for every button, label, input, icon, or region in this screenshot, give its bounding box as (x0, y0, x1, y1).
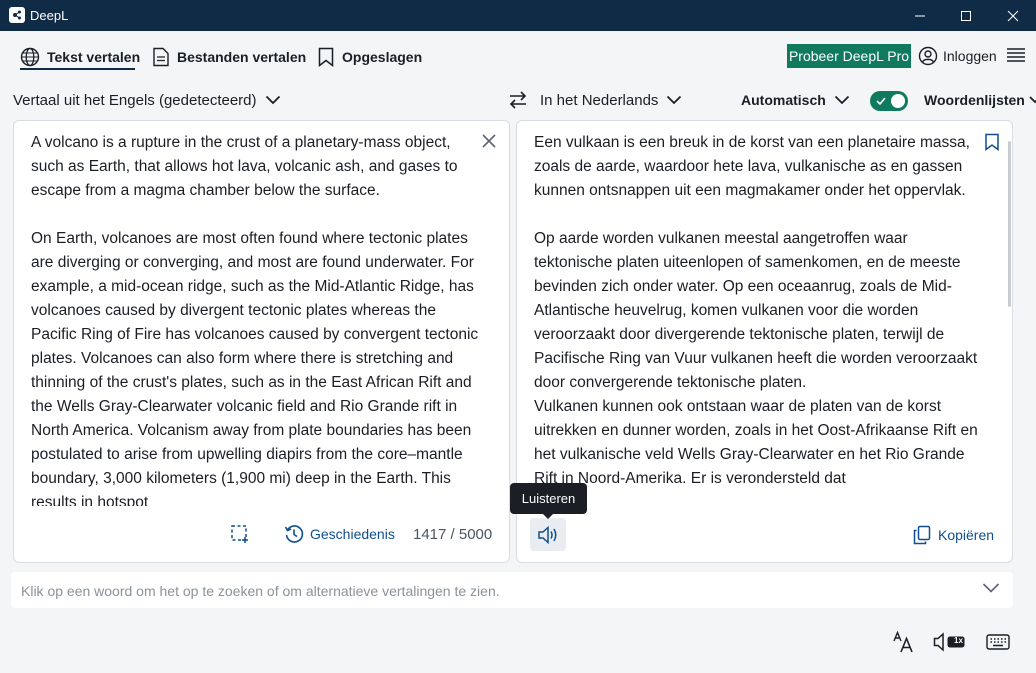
tab-saved[interactable]: Opgeslagen (317, 44, 422, 70)
history-button[interactable]: Geschiedenis (284, 524, 395, 544)
copy-label: Kopiëren (938, 527, 995, 543)
target-language-select[interactable]: In het Nederlands (540, 90, 682, 110)
tab-translate-files-label: Bestanden vertalen (177, 49, 307, 65)
source-paragraph: On Earth, volcanoes are most often found… (31, 230, 479, 506)
translation-paragraph: Op aarde worden vulkanen meestal aangetr… (534, 230, 978, 391)
maximize-icon (961, 10, 971, 21)
swap-arrows-icon (509, 91, 527, 109)
chevron-down-icon (1029, 96, 1036, 104)
history-label: Geschiedenis (310, 526, 395, 542)
keyboard-shortcuts-button[interactable] (985, 630, 1011, 654)
translation-paragraph: Een vulkaan is een breuk in de korst van… (534, 134, 970, 199)
listen-button[interactable] (530, 518, 566, 551)
keyboard-icon (986, 634, 1010, 650)
speech-speed-button[interactable]: 1x (933, 630, 967, 654)
menu-button[interactable] (1006, 45, 1026, 65)
character-count: 1417 / 5000 (413, 526, 493, 543)
listen-tooltip: Luisteren (510, 483, 587, 514)
translation-paragraph: Vulkanen kunnen ook ontstaan waar de pla… (534, 398, 978, 487)
tab-translate-text-label: Tekst vertalen (47, 49, 141, 65)
tab-saved-label: Opgeslagen (342, 49, 423, 65)
chevron-down-icon (265, 95, 280, 105)
maximize-button[interactable] (943, 0, 989, 31)
glossary-label: Woordenlijsten (924, 92, 1025, 108)
target-language-text: In het Nederlands (540, 91, 659, 109)
hamburger-menu-icon (1007, 48, 1025, 62)
screen-capture-icon (231, 525, 248, 543)
close-icon (482, 134, 496, 148)
active-tab-indicator (20, 68, 135, 70)
close-icon (1007, 10, 1019, 21)
history-icon (284, 525, 304, 543)
word-lookup-bar[interactable]: Klik op een woord om het op te zoeken of… (11, 572, 1013, 608)
login-label: Inloggen (943, 48, 997, 64)
speed-badge: 1x (954, 636, 963, 645)
source-language-select[interactable]: Vertaal uit het Engels (gedetecteerd) (13, 90, 281, 110)
chevron-down-icon (982, 583, 1000, 593)
try-pro-button[interactable]: Probeer DeepL Pro (787, 44, 911, 68)
minimize-button[interactable] (897, 0, 943, 31)
close-window-button[interactable] (990, 0, 1036, 31)
copy-icon (913, 525, 931, 545)
tab-translate-files[interactable]: Bestanden vertalen (152, 44, 306, 70)
lookup-placeholder: Klik op een woord om het op te zoeken of… (21, 583, 500, 599)
login-button[interactable]: Inloggen (918, 44, 997, 68)
source-language-text: Vertaal uit het Engels (gedetecteerd) (13, 91, 257, 109)
text-size-icon (893, 631, 913, 653)
formality-select[interactable]: Automatisch (741, 90, 850, 110)
speaker-icon (538, 525, 557, 544)
scrollbar-thumb[interactable] (1008, 141, 1011, 307)
deepl-logo-icon (9, 7, 25, 23)
source-textarea[interactable]: A volcano is a rupture in the crust of a… (31, 131, 481, 506)
window-title: DeepL (30, 8, 69, 23)
bookmark-icon (318, 47, 334, 67)
translation-panel: Een vulkaan is een breuk in de korst van… (516, 120, 1013, 563)
save-translation-button[interactable] (984, 133, 1000, 151)
tooltip-arrow (542, 513, 554, 519)
user-icon (918, 46, 938, 66)
source-paragraph: A volcano is a rupture in the crust of a… (31, 134, 458, 199)
globe-icon (20, 47, 40, 67)
glossary-toggle[interactable] (870, 91, 908, 111)
toggle-knob (891, 94, 905, 108)
translation-text[interactable]: Een vulkaan is een breuk in de korst van… (534, 131, 984, 506)
text-size-button[interactable] (892, 630, 916, 654)
formality-label: Automatisch (741, 92, 826, 108)
document-icon (153, 47, 169, 67)
copy-button[interactable]: Kopiëren (913, 525, 994, 545)
screen-capture-button[interactable] (230, 524, 250, 544)
glossary-select[interactable]: Woordenlijsten (924, 90, 1036, 110)
source-text-panel: A volcano is a rupture in the crust of a… (13, 120, 510, 563)
swap-languages-button[interactable] (507, 89, 529, 111)
chevron-down-icon (667, 95, 682, 105)
check-icon (876, 97, 886, 106)
bookmark-icon (985, 133, 999, 151)
tab-translate-text[interactable]: Tekst vertalen (20, 44, 140, 70)
clear-text-button[interactable] (480, 132, 498, 150)
chevron-down-icon (834, 95, 849, 105)
minimize-icon (915, 15, 925, 16)
title-bar (0, 0, 1036, 31)
